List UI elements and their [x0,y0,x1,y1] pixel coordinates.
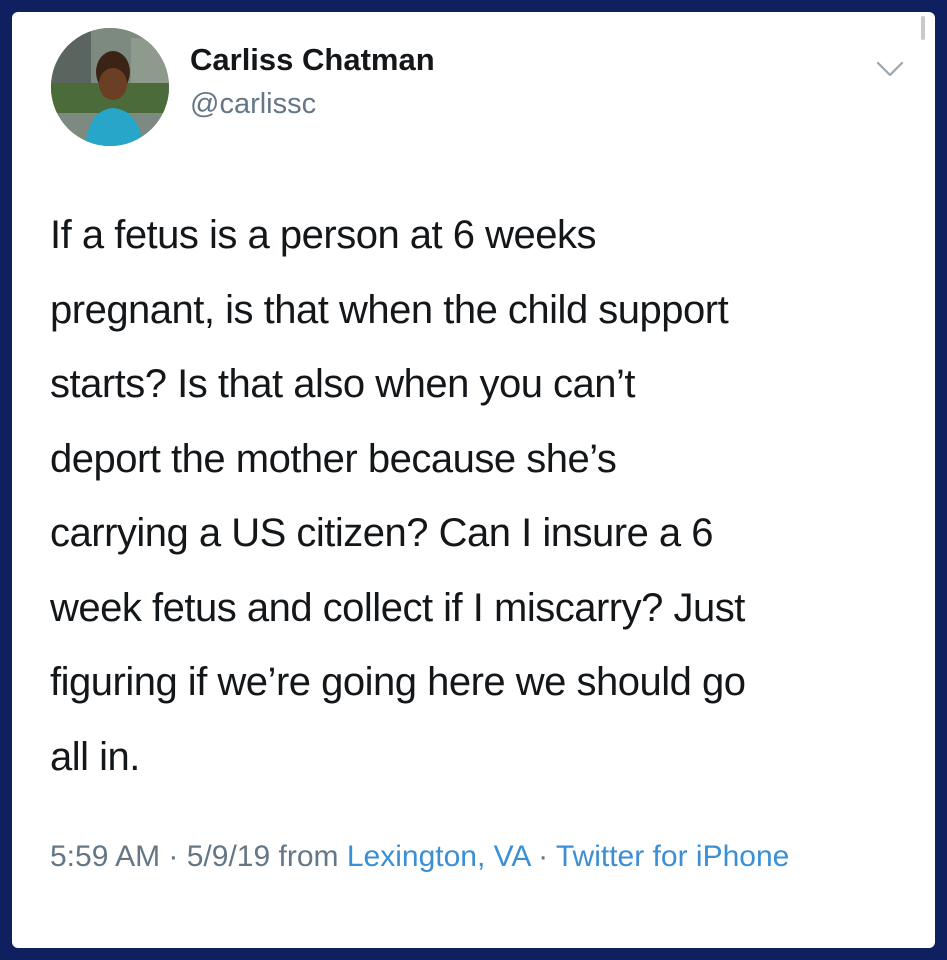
tweet-text: If a fetus is a person at 6 weeks pregna… [50,198,910,794]
tweet-card: Carliss Chatman @carlissc If a fetus is … [12,12,935,948]
meta-separator: · [529,840,556,873]
tweet-text-line: figuring if we’re going here we should g… [50,660,746,704]
image-frame: Carliss Chatman @carlissc If a fetus is … [0,0,947,960]
tweet-location-link[interactable]: Lexington, VA [347,840,530,873]
tweet-text-line: deport the mother because she’s [50,436,617,481]
chevron-down-icon[interactable] [875,58,905,80]
tweet-time[interactable]: 5:59 AM [50,840,160,873]
tweet-text-line: starts? Is that also when you can’t [50,362,636,406]
author-display-name[interactable]: Carliss Chatman [190,42,435,78]
tweet-text-line: all in. [50,734,140,779]
tweet-text-line: pregnant, is that when the child support [50,287,729,332]
meta-separator: · [160,840,187,873]
tweet-text-line: If a fetus is a person at 6 weeks [50,213,597,257]
tweet-meta: 5:59 AM · 5/9/19 from Lexington, VA · Tw… [50,834,870,879]
tweet-text-line: carrying a US citizen? Can I insure a 6 [50,511,714,555]
avatar-photo [51,28,169,146]
author-handle[interactable]: @carlissc [190,88,316,121]
tweet-source-link[interactable]: Twitter for iPhone [556,840,789,873]
scroll-indicator[interactable] [921,16,925,40]
tweet-text-line: week fetus and collect if I miscarry? Ju… [50,585,745,630]
from-label: from [270,840,347,873]
avatar[interactable] [51,28,169,146]
tweet-date[interactable]: 5/9/19 [187,840,270,873]
